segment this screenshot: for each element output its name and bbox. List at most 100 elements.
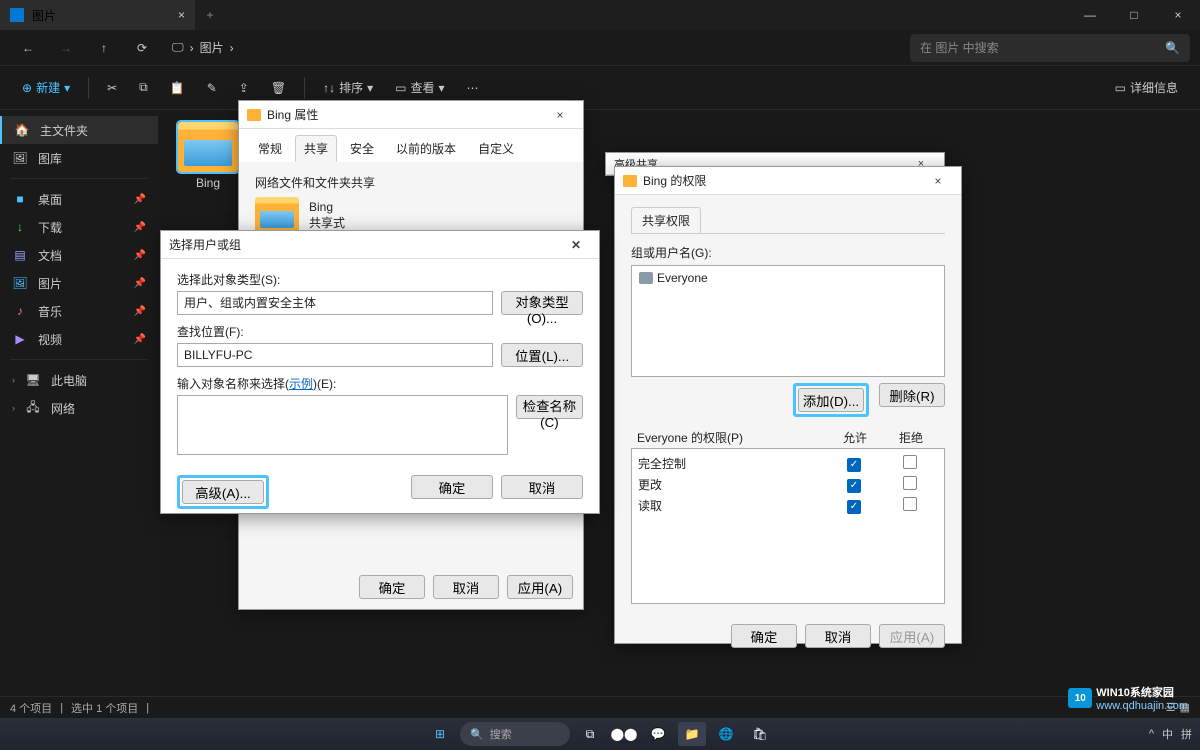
search-input[interactable]: 在 图片 中搜索 🔍 [910,34,1190,62]
add-button[interactable]: 添加(D)... [798,388,864,412]
window-controls: — □ × [1068,0,1200,30]
cancel-button[interactable]: 取消 [805,624,871,648]
location-field: BILLYFU-PC [177,343,493,367]
permission-name: 读取 [638,497,826,514]
network-icon: 🖧 [25,398,41,419]
folder-icon [623,175,637,187]
folder-item[interactable]: Bing [170,122,246,190]
sort-button[interactable]: ↑↓ 排序 ▾ [315,72,381,104]
delete-button[interactable]: 🗑 [263,72,294,104]
ok-button[interactable]: 确定 [411,475,493,499]
watermark-icon: 10 [1068,688,1092,708]
locations-button[interactable]: 位置(L)... [501,343,583,367]
sidebar-item-desktop[interactable]: ■桌面📌 [0,185,158,213]
tab[interactable]: 图片 × [0,0,195,30]
tab-share-permissions[interactable]: 共享权限 [631,207,701,233]
deny-checkbox[interactable] [903,455,917,469]
close-icon[interactable]: × [545,108,575,122]
sidebar-item-music[interactable]: ♪音乐📌 [0,297,158,325]
sidebar-item-documents[interactable]: ▤文档📌 [0,241,158,269]
toolbar: ⊕ 新建 ▾ ✂ ⧉ 📋 ✎ ⇪ 🗑 ↑↓ 排序 ▾ ▭ 查看 ▾ ⋯ ▭ 详细… [0,66,1200,110]
tab-previous[interactable]: 以前的版本 [387,135,465,162]
select-users-dialog: 选择用户或组 ✕ 选择此对象类型(S): 用户、组或内置安全主体 对象类型(O)… [160,230,600,514]
start-button[interactable]: ⊞ [426,722,454,746]
status-bar: 4 个项目 | 选中 1 个项目 | ☰ ▦ [0,696,1200,718]
system-tray[interactable]: ^ 中 拼 [1149,726,1192,742]
remove-button[interactable]: 删除(R) [879,383,945,407]
view-button[interactable]: ▭ 查看 ▾ [387,72,452,104]
dialog-title-bar[interactable]: Bing 的权限 × [615,167,961,195]
copy-button[interactable]: ⧉ [131,72,156,104]
object-names-input[interactable] [177,395,508,455]
deny-checkbox[interactable] [903,497,917,511]
picture-icon: 🖼 [12,276,28,290]
check-names-button[interactable]: 检查名称(C) [516,395,583,419]
gallery-icon: 🖼 [12,151,28,165]
pin-icon: 📌 [134,250,146,261]
cut-button[interactable]: ✂ [99,72,125,104]
sidebar-item-network[interactable]: ›🖧网络 [0,394,158,422]
apply-button[interactable]: 应用(A) [507,575,573,599]
dialog-title-bar[interactable]: 选择用户或组 ✕ [161,231,599,259]
deny-header: 拒绝 [883,429,939,446]
tab-customize[interactable]: 自定义 [469,135,523,162]
widgets-button[interactable]: ⬤⬤ [610,722,638,746]
store-button[interactable]: 🛍 [746,722,774,746]
ime-mode[interactable]: 拼 [1181,726,1192,742]
advanced-button[interactable]: 高级(A)... [182,480,264,504]
explorer-button[interactable]: 📁 [678,722,706,746]
tab-close-icon[interactable]: × [178,8,185,22]
rename-button[interactable]: ✎ [199,72,225,104]
tab-security[interactable]: 安全 [341,135,383,162]
share-button[interactable]: ⇪ [231,72,257,104]
dialog-title-bar[interactable]: Bing 属性 × [239,101,583,129]
edge-button[interactable]: 🌐 [712,722,740,746]
tab-general[interactable]: 常规 [249,135,291,162]
sidebar-item-videos[interactable]: ▶视频📌 [0,325,158,353]
examples-link[interactable]: 示例 [289,377,313,391]
perm-header-label: Everyone 的权限(P) [637,429,827,446]
taskbar-search[interactable]: 🔍 搜索 [460,722,570,746]
ok-button[interactable]: 确定 [731,624,797,648]
paste-button[interactable]: 📋 [162,72,193,104]
details-button[interactable]: ▭ 详细信息 [1107,72,1186,104]
status-selected-count: 选中 1 个项目 [71,700,138,716]
sidebar-item-thispc[interactable]: ›🖥此电脑 [0,366,158,394]
sidebar-item-gallery[interactable]: 🖼图库 [0,144,158,172]
apply-button[interactable]: 应用(A) [879,624,945,648]
refresh-button[interactable]: ⟳ [124,33,160,63]
allow-checkbox[interactable]: ✓ [847,500,861,514]
sidebar-item-downloads[interactable]: ↓下载📌 [0,213,158,241]
address-bar[interactable]: 🖵 › 图片 › [162,39,244,56]
cancel-button[interactable]: 取消 [433,575,499,599]
close-icon[interactable]: × [923,174,953,188]
up-button[interactable]: ↑ [86,33,122,63]
sidebar-item-home[interactable]: 🏠主文件夹 [0,116,158,144]
object-types-button[interactable]: 对象类型(O)... [501,291,583,315]
task-view-button[interactable]: ⧉ [576,722,604,746]
chat-button[interactable]: 💬 [644,722,672,746]
deny-checkbox[interactable] [903,476,917,490]
close-button[interactable]: × [1156,0,1200,30]
add-tab-button[interactable]: + [195,8,225,22]
list-item[interactable]: Everyone [636,270,940,286]
tab-sharing[interactable]: 共享 [295,135,337,162]
allow-checkbox[interactable]: ✓ [847,458,861,472]
ime-indicator[interactable]: 中 [1162,726,1173,742]
names-label: 输入对象名称来选择(示例)(E): [177,375,583,392]
sidebar-item-pictures[interactable]: 🖼图片📌 [0,269,158,297]
new-button[interactable]: ⊕ 新建 ▾ [14,72,78,104]
permissions-footer: 确定 取消 应用(A) [615,614,961,658]
cancel-button[interactable]: 取消 [501,475,583,499]
ok-button[interactable]: 确定 [359,575,425,599]
more-button[interactable]: ⋯ [459,72,487,104]
close-icon[interactable]: ✕ [561,238,591,252]
maximize-button[interactable]: □ [1112,0,1156,30]
minimize-button[interactable]: — [1068,0,1112,30]
users-list[interactable]: Everyone [631,265,945,377]
path-segment[interactable]: 图片 [200,39,224,56]
forward-button[interactable]: → [48,33,84,63]
back-button[interactable]: ← [10,33,46,63]
tray-chevron-icon[interactable]: ^ [1149,728,1154,740]
allow-checkbox[interactable]: ✓ [847,479,861,493]
